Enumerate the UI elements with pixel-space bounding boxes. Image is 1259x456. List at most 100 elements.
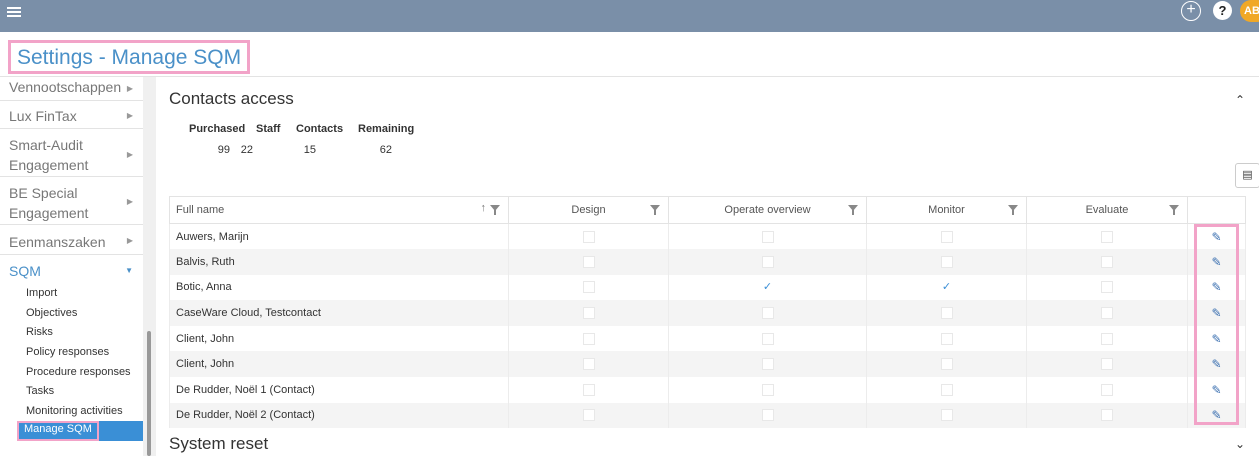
monitor-checkbox[interactable]	[940, 230, 953, 243]
sidebar-subitem-monitoring-activities[interactable]: Monitoring activities	[26, 405, 123, 417]
edit-pencil-icon[interactable]: ✎	[1210, 306, 1224, 320]
column-header-monitor[interactable]: Monitor	[866, 196, 1027, 224]
column-header-full-name[interactable]: Full name ↑	[169, 196, 509, 224]
cell-monitor	[866, 351, 1027, 378]
edit-pencil-icon[interactable]: ✎	[1210, 408, 1224, 422]
sidebar-subitem-policy-responses[interactable]: Policy responses	[26, 346, 109, 358]
cell-operate-overview	[668, 249, 867, 275]
sidebar-item-sqm[interactable]: SQM ▼	[0, 259, 143, 283]
sidebar-item-eenmanszaken[interactable]: Eenmanszaken ▶	[0, 228, 143, 255]
column-header-operate-overview[interactable]: Operate overview	[668, 196, 867, 224]
chevron-down-icon[interactable]: ⌄	[1235, 437, 1245, 451]
export-icon: ▤	[1242, 169, 1253, 181]
edit-pencil-icon[interactable]: ✎	[1210, 255, 1224, 269]
plus-circle-icon[interactable]: +	[1181, 1, 1201, 21]
evaluate-checkbox[interactable]	[1101, 332, 1113, 345]
cell-full-name: De Rudder, Noël 1 (Contact)	[169, 377, 509, 403]
monitor-checkbox[interactable]	[940, 307, 953, 320]
column-header-actions	[1187, 196, 1246, 224]
avatar[interactable]: AB	[1240, 0, 1259, 22]
cell-evaluate	[1026, 402, 1188, 429]
monitor-checkbox[interactable]	[940, 358, 953, 371]
edit-pencil-icon[interactable]: ✎	[1210, 230, 1224, 244]
cell-monitor: ✓	[866, 274, 1027, 301]
cell-design	[508, 249, 669, 275]
design-checkbox[interactable]	[582, 409, 595, 422]
column-header-evaluate[interactable]: Evaluate	[1026, 196, 1188, 224]
cell-monitor	[866, 249, 1027, 275]
chevron-up-icon[interactable]: ⌃	[1235, 93, 1245, 107]
cell-design	[508, 223, 669, 250]
sidebar-item-vennootschappen[interactable]: Vennootschappen ▶	[0, 77, 143, 101]
chevron-right-icon: ▶	[126, 83, 133, 93]
edit-pencil-icon[interactable]: ✎	[1210, 280, 1224, 294]
design-checkbox[interactable]	[582, 358, 595, 371]
sidebar-item-be-special[interactable]: BE Special Engagement ▶	[0, 180, 143, 225]
sidebar-item-smart-audit[interactable]: Smart-Audit Engagement ▶	[0, 133, 143, 177]
cell-actions: ✎	[1187, 223, 1246, 250]
sidebar-subitem-objectives[interactable]: Objectives	[26, 307, 77, 319]
summary-header-purchased: Purchased	[189, 123, 246, 135]
cell-evaluate	[1026, 300, 1188, 326]
sort-icon[interactable]: ↑	[481, 202, 487, 214]
cell-evaluate	[1026, 249, 1188, 275]
operate-overview-checkbox[interactable]	[761, 307, 774, 320]
edit-pencil-icon[interactable]: ✎	[1210, 332, 1224, 346]
sidebar-item-label: Vennootschappen	[9, 79, 122, 95]
filter-icon[interactable]	[1169, 205, 1179, 215]
operate-overview-checkbox[interactable]	[761, 230, 774, 243]
filter-icon[interactable]	[490, 205, 500, 215]
design-checkbox[interactable]	[582, 281, 595, 294]
column-header-design[interactable]: Design	[508, 196, 669, 224]
summary-header-remaining: Remaining	[358, 123, 415, 135]
operate-overview-checkbox[interactable]	[761, 358, 774, 371]
sidebar-subitem-tasks[interactable]: Tasks	[26, 385, 54, 397]
evaluate-checkbox[interactable]	[1101, 358, 1113, 371]
sidebar-scrollbar-thumb[interactable]	[147, 331, 151, 456]
filter-icon[interactable]	[650, 205, 660, 215]
help-icon[interactable]: ?	[1213, 1, 1232, 20]
cell-actions: ✎	[1187, 325, 1246, 352]
evaluate-checkbox[interactable]	[1101, 383, 1113, 396]
edit-pencil-icon[interactable]: ✎	[1210, 383, 1224, 397]
sidebar-subitem-import[interactable]: Import	[26, 287, 57, 299]
monitor-checkbox[interactable]	[940, 409, 953, 422]
summary-value-contacts: 15	[303, 144, 316, 156]
cell-operate-overview	[668, 325, 867, 352]
monitor-checkbox[interactable]	[940, 255, 953, 268]
sidebar-subitem-manage-sqm[interactable]: Manage SQM	[17, 421, 143, 441]
evaluate-checkbox[interactable]	[1101, 230, 1113, 243]
filter-icon[interactable]	[848, 205, 858, 215]
design-checkbox[interactable]	[582, 332, 595, 345]
sidebar-item-lux-fintax[interactable]: Lux FinTax ▶	[0, 104, 143, 129]
cell-actions: ✎	[1187, 274, 1246, 301]
cell-design	[508, 377, 669, 403]
table-row: Client, John ✎	[169, 325, 1246, 352]
design-checkbox[interactable]	[582, 230, 595, 243]
evaluate-checkbox[interactable]	[1101, 281, 1113, 294]
operate-overview-checkbox[interactable]	[761, 255, 774, 268]
hamburger-menu-icon[interactable]	[4, 2, 26, 24]
monitor-checkbox[interactable]	[940, 383, 953, 396]
export-button[interactable]: ▤	[1235, 163, 1259, 188]
sidebar-item-label: BE Special Engagement	[9, 185, 89, 221]
operate-overview-checkbox[interactable]	[761, 383, 774, 396]
sidebar-subitem-procedure-responses[interactable]: Procedure responses	[26, 366, 131, 378]
checkmark-icon[interactable]: ✓	[762, 281, 774, 293]
evaluate-checkbox[interactable]	[1101, 409, 1113, 422]
operate-overview-checkbox[interactable]	[761, 409, 774, 422]
evaluate-checkbox[interactable]	[1101, 307, 1113, 320]
design-checkbox[interactable]	[582, 383, 595, 396]
evaluate-checkbox[interactable]	[1101, 255, 1113, 268]
edit-pencil-icon[interactable]: ✎	[1210, 357, 1224, 371]
sidebar-subitem-risks[interactable]: Risks	[26, 326, 53, 338]
design-checkbox[interactable]	[582, 255, 595, 268]
table-row: Client, John ✎	[169, 351, 1246, 378]
design-checkbox[interactable]	[582, 307, 595, 320]
title-row: Settings - Manage SQM	[0, 32, 1259, 77]
cell-actions: ✎	[1187, 351, 1246, 378]
monitor-checkbox[interactable]	[940, 332, 953, 345]
operate-overview-checkbox[interactable]	[761, 332, 774, 345]
filter-icon[interactable]	[1008, 205, 1018, 215]
checkmark-icon[interactable]: ✓	[941, 281, 953, 293]
